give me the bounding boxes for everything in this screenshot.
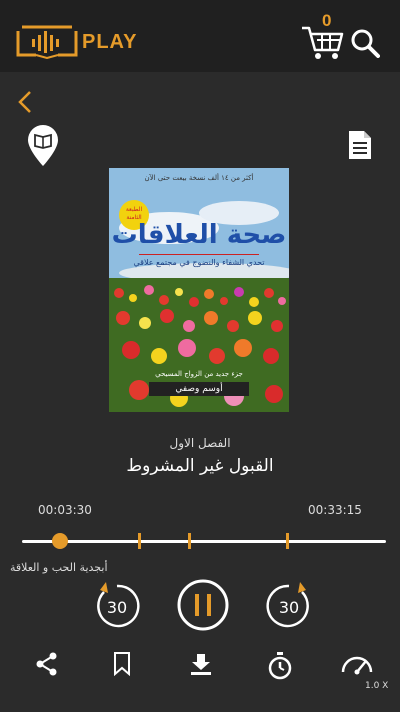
cover-divider: [139, 254, 259, 255]
current-time: 00:03:30: [38, 503, 92, 517]
share-icon[interactable]: [36, 652, 58, 676]
rewind-label: 30: [107, 598, 127, 617]
cover-tagline: أكثر من ١٤ ألف نسخة بيعت حتى الآن: [144, 174, 254, 182]
seek-track[interactable]: [22, 540, 386, 543]
forward-label: 30: [279, 598, 299, 617]
seek-thumb[interactable]: [52, 533, 69, 549]
rewind-30-icon[interactable]: 30: [94, 580, 140, 632]
pause-icon[interactable]: [176, 578, 230, 632]
cart-count-badge: 0: [322, 11, 332, 30]
cover-title: صحة العلاقات: [111, 220, 287, 250]
chapter-title: القبول غير المشروط: [126, 456, 274, 476]
search-icon[interactable]: [350, 28, 380, 58]
logo-icon: [16, 25, 78, 59]
chapter-marker[interactable]: [188, 533, 191, 549]
back-chevron-icon[interactable]: [12, 88, 36, 116]
speed-gauge-icon[interactable]: [340, 652, 374, 676]
chapter-marker[interactable]: [138, 533, 141, 549]
cover-note: جزء جديد من الزواج المسيحي: [155, 370, 243, 378]
forward-30-icon[interactable]: 30: [266, 580, 312, 632]
cover-subtitle: تحدي الشفاء والنضوج في مجتمع علاقي: [133, 258, 265, 267]
bookmark-icon[interactable]: [113, 652, 131, 676]
book-cover: أكثر من ١٤ ألف نسخة بيعت حتى الآن الطبعة…: [109, 168, 289, 412]
download-icon[interactable]: [189, 652, 213, 676]
book-title: أبجدية الحب و العلاقة: [10, 561, 108, 574]
book-pin-icon[interactable]: [26, 124, 60, 168]
document-icon[interactable]: [347, 130, 373, 160]
cover-author: أوسم وصفي: [149, 382, 249, 396]
speed-label: 1.0 X: [365, 681, 389, 691]
chapter-number: الفصل الاول: [169, 436, 231, 450]
chapter-marker[interactable]: [286, 533, 289, 549]
app-header: PLAY 0: [0, 0, 400, 72]
total-time: 00:33:15: [308, 503, 362, 517]
brand-name: PLAY: [82, 31, 138, 53]
timer-icon[interactable]: [267, 652, 293, 680]
